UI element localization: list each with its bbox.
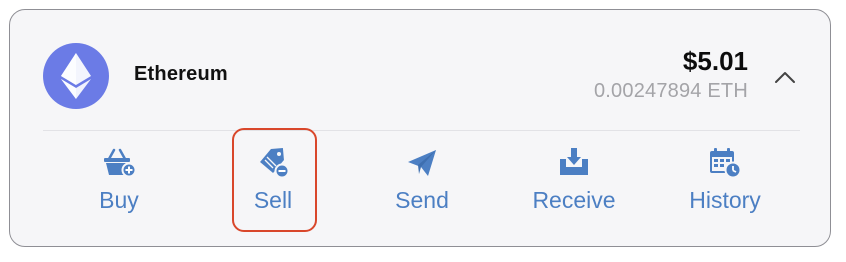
asset-card: Ethereum $5.01 0.00247894 ETH Buy Sell S… (9, 9, 831, 247)
action-bar: Buy Sell Send Receive History (10, 128, 830, 248)
collapse-toggle-button[interactable] (770, 62, 800, 92)
asset-header[interactable]: Ethereum $5.01 0.00247894 ETH (10, 10, 830, 130)
buy-button[interactable]: Buy (59, 131, 179, 241)
history-button[interactable]: History (665, 131, 785, 241)
crypto-balance: 0.00247894 ETH (593, 80, 748, 102)
paper-plane-icon (405, 146, 439, 180)
inbox-download-icon (557, 146, 591, 180)
send-button[interactable]: Send (362, 131, 482, 241)
sell-button[interactable]: Sell (213, 131, 333, 241)
sell-label: Sell (253, 187, 293, 213)
receive-button[interactable]: Receive (514, 131, 634, 241)
ethereum-icon (43, 43, 109, 109)
calendar-clock-icon (708, 146, 742, 180)
history-label: History (689, 187, 761, 213)
send-label: Send (395, 187, 449, 213)
tag-minus-icon (256, 146, 290, 180)
buy-label: Buy (99, 187, 139, 213)
asset-name: Ethereum (134, 63, 228, 85)
basket-plus-icon (102, 146, 136, 180)
chevron-up-icon (775, 72, 795, 83)
receive-label: Receive (532, 187, 616, 213)
fiat-balance: $5.01 (682, 46, 748, 76)
